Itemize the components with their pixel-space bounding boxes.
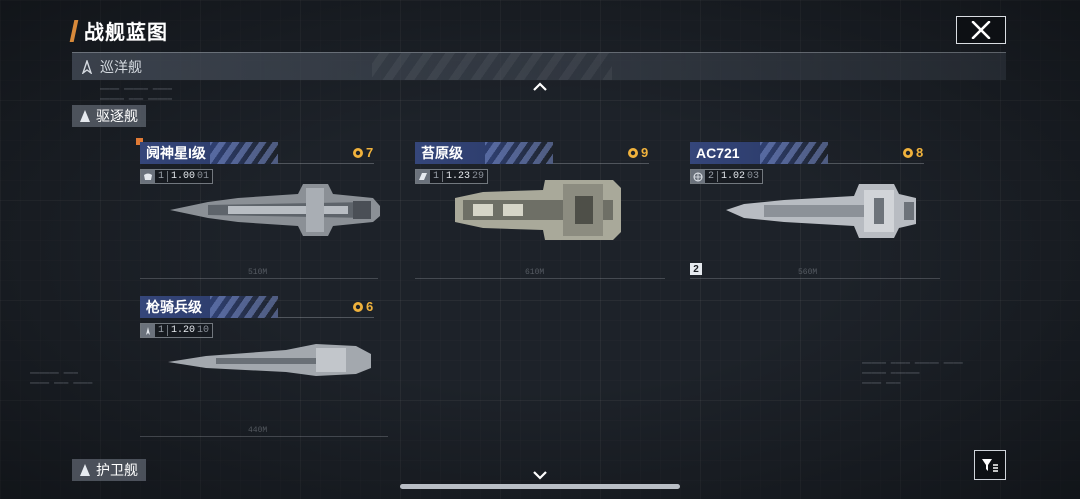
ship-length-label: 510M — [248, 268, 268, 277]
ship-name: 苔原级 — [421, 145, 463, 161]
filter-button[interactable] — [974, 450, 1006, 480]
blueprint-ghost-text: ▬▬▬▬▬▬ ▬▬▬ ▬▬▬▬ ▬▬▬ ▬▬▬▬ — [30, 368, 93, 387]
ship-blueprint-image — [455, 180, 621, 240]
blueprint-ghost-text: ▬▬▬▬▬ ▬▬▬▬ ▬▬▬▬▬ ▬▬▬▬ ▬▬▬▬▬ ▬▬▬▬▬▬ ▬▬▬▬ ▬▬… — [862, 358, 963, 387]
category-bar-cruiser[interactable]: 巡洋舰 — [72, 52, 1006, 80]
shield-stat-icon — [141, 170, 155, 183]
ship-count: 8 — [902, 145, 923, 160]
category-pill-frigate[interactable]: 护卫舰 — [72, 459, 146, 481]
ship-length-label: 440M — [248, 426, 268, 435]
blueprint-ghost-text: ▬▬▬▬ ▬▬▬▬▬ ▬▬▬▬ ▬▬▬▬▬ ▬▬▬ ▬▬▬▬▬ — [100, 84, 173, 103]
close-icon — [971, 21, 991, 39]
category-pill-destroyer[interactable]: 驱逐舰 — [72, 105, 146, 127]
ship-blueprint-image — [170, 184, 380, 236]
category-label-cruiser: 巡洋舰 — [100, 58, 142, 75]
ship-card-header: AC721 — [690, 142, 828, 164]
category-label-frigate: 护卫舰 — [96, 462, 138, 478]
ship-class-icon — [81, 59, 93, 74]
ship-name: 枪骑兵级 — [146, 299, 202, 315]
filter-icon — [982, 459, 998, 472]
ship-count: 9 — [627, 145, 648, 160]
fighter-stat-icon — [141, 324, 155, 337]
ship-name: AC721 — [696, 145, 740, 161]
ship-length-label: 560M — [798, 268, 818, 277]
close-button[interactable] — [956, 16, 1006, 44]
ship-stats: 1 1.20 10 — [140, 323, 214, 338]
horizontal-scrollbar[interactable] — [400, 484, 680, 489]
ship-blueprint-image — [168, 344, 371, 376]
ship-class-icon — [80, 464, 90, 476]
ship-card[interactable]: AC721 8 2 1.02 03 560M 2 — [690, 142, 940, 282]
ship-card-header: 苔原级 — [415, 142, 553, 164]
ship-name: 阋神星I级 — [146, 145, 206, 161]
ship-card-header: 阋神星I级 — [140, 142, 278, 164]
collapse-chevron-up-icon[interactable] — [531, 81, 549, 93]
page-title: 战舰蓝图 — [84, 22, 168, 44]
ship-card[interactable]: 枪骑兵级 6 1 1.20 10 440M — [140, 296, 388, 437]
expand-chevron-down-icon[interactable] — [531, 469, 549, 481]
blueprint-token-icon — [903, 147, 913, 158]
blueprint-token-icon — [353, 301, 363, 312]
wing-stat-icon — [416, 170, 430, 183]
ship-card[interactable]: 阋神星I级 7 1 1.00 01 510M — [140, 142, 380, 282]
ship-class-icon — [80, 110, 90, 122]
ship-count: 6 — [352, 299, 373, 314]
ship-blueprint-image — [726, 184, 916, 238]
blueprint-token-icon — [353, 147, 363, 158]
blueprint-token-icon — [628, 147, 638, 158]
ship-card[interactable]: 苔原级 9 1 1.23 29 610M — [415, 142, 665, 282]
category-label-destroyer: 驱逐舰 — [96, 108, 138, 124]
ship-length-label: 610M — [525, 268, 545, 277]
globe-stat-icon — [691, 170, 705, 183]
page-header: 战舰蓝图 — [69, 16, 168, 45]
variant-badge: 2 — [690, 263, 702, 275]
ship-count: 7 — [352, 145, 373, 160]
ship-card-header: 枪骑兵级 — [140, 296, 278, 318]
